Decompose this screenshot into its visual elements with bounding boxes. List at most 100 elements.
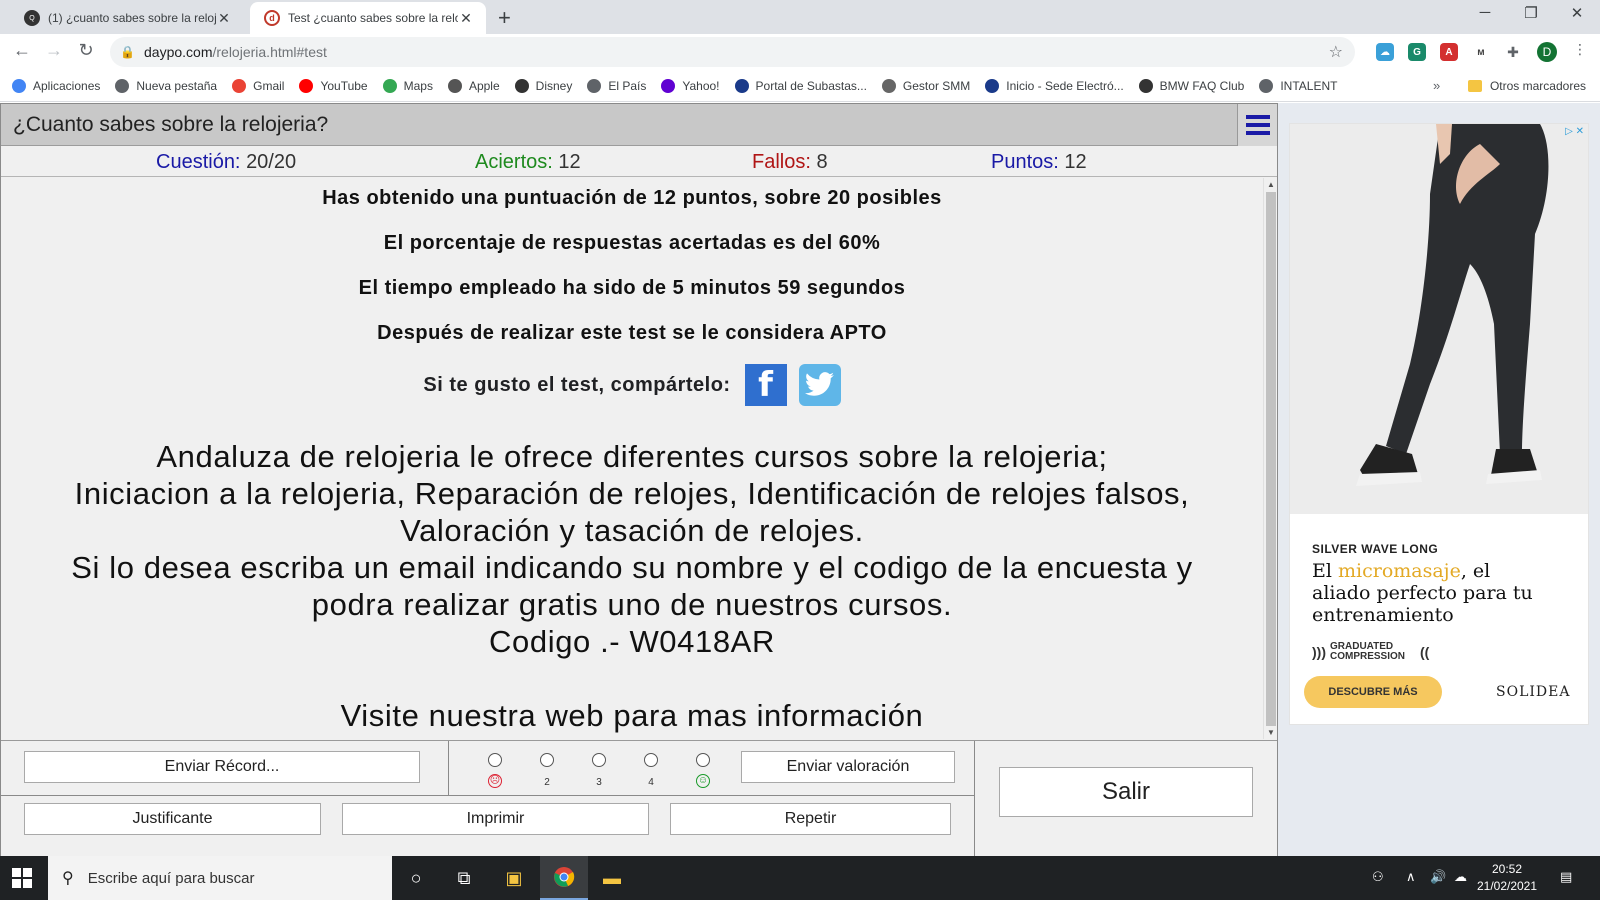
volume-icon[interactable]: 🔊 (1430, 869, 1446, 885)
rating-radio-1[interactable] (488, 753, 502, 767)
result-verdict: Después de realizar este test se le cons… (377, 322, 887, 344)
disney-icon (514, 78, 529, 93)
bookmark-item[interactable]: Disney (514, 78, 573, 93)
close-tab-icon[interactable]: ✕ (458, 10, 474, 27)
close-tab-icon[interactable]: ✕ (216, 10, 232, 27)
extension-mendeley-icon[interactable]: ᴍ (1472, 43, 1490, 61)
maps-icon (382, 78, 397, 93)
happy-face-icon: ☺ (696, 774, 710, 788)
results-scrollbar[interactable]: ▲ ▼ (1263, 178, 1277, 739)
bookmark-label: Maps (403, 78, 433, 93)
stat-correct: Aciertos: 12 (475, 147, 581, 177)
file-explorer-icon[interactable]: ▬ (598, 864, 626, 892)
scroll-up-icon[interactable]: ▲ (1264, 180, 1278, 189)
address-bar[interactable]: 🔒 daypo.com/relojeria.html#test ☆ (110, 37, 1355, 67)
certificate-button[interactable]: Justificante (24, 803, 321, 835)
bookmark-item[interactable]: Gestor SMM (881, 78, 970, 93)
scroll-thumb[interactable] (1266, 192, 1276, 726)
bookmark-item[interactable]: Inicio - Sede Electró... (985, 78, 1124, 93)
bookmark-item[interactable]: El País (587, 78, 646, 93)
restore-icon[interactable]: ❐ (1516, 4, 1546, 22)
bookmark-item[interactable]: Maps (382, 78, 433, 93)
boe-icon (734, 78, 749, 93)
ad-choices-icon[interactable]: ▷ ✕ (1565, 126, 1584, 137)
bookmark-item[interactable]: YouTube (299, 78, 368, 93)
tab-title: (1) ¿cuanto sabes sobre la relojería? (48, 11, 216, 25)
bookmark-item[interactable]: Apple (447, 78, 500, 93)
onedrive-icon[interactable]: ☁ (1454, 869, 1467, 885)
tab-title: Test ¿cuanto sabes sobre la relojería? (288, 11, 458, 25)
stat-wrong: Fallos: 8 (752, 147, 828, 177)
cortana-icon[interactable]: ○ (402, 864, 430, 892)
forward-icon[interactable]: → (42, 40, 66, 61)
bookmark-label: BMW FAQ Club (1159, 78, 1245, 93)
bookmark-item[interactable]: Yahoo! (661, 78, 720, 93)
other-bookmarks-label: Otros marcadores (1489, 79, 1586, 93)
tray-chevron-icon[interactable]: ∧ (1406, 869, 1416, 885)
promo-link-line[interactable]: Visite nuestra web para mas información (1, 697, 1263, 734)
back-icon[interactable]: ← (10, 40, 34, 61)
print-button[interactable]: Imprimir (342, 803, 649, 835)
browser-menu-icon[interactable]: ⋮ (1568, 41, 1592, 58)
rating-radio-3[interactable] (592, 753, 606, 767)
stat-value: 12 (558, 151, 581, 173)
scroll-down-icon[interactable]: ▼ (1264, 728, 1278, 737)
share-label: Si te gusto el test, compártelo: (423, 373, 731, 396)
ad-headline: El micromasaje, el aliado perfecto para … (1312, 560, 1552, 626)
twitter-share-icon[interactable] (798, 364, 841, 406)
hamburger-menu-icon[interactable] (1237, 104, 1277, 146)
bookmark-item[interactable]: Portal de Subastas... (734, 78, 867, 93)
chrome-taskbar-icon[interactable] (540, 856, 588, 900)
other-bookmarks[interactable]: Otros marcadores (1467, 70, 1586, 102)
ad-headline-highlight: micromasaje (1338, 560, 1461, 582)
bookmark-item[interactable]: Nueva pestaña (115, 78, 217, 93)
ad-cta-button[interactable]: DESCUBRE MÁS (1304, 676, 1442, 708)
bookmark-item[interactable]: BMW FAQ Club (1138, 78, 1245, 93)
clock-time: 20:52 (1491, 862, 1523, 876)
taskbar-search[interactable]: ⚲ Escribe aquí para buscar (48, 856, 392, 900)
repeat-button[interactable]: Repetir (670, 803, 951, 835)
more-bookmarks-icon[interactable]: » (1433, 78, 1440, 93)
rating-radio-2[interactable] (540, 753, 554, 767)
divider (1, 795, 974, 796)
browser-tab-1[interactable]: Q (1) ¿cuanto sabes sobre la relojería? … (10, 2, 244, 34)
task-view-icon[interactable]: ⧉ (450, 864, 478, 892)
windows-taskbar: ⚲ Escribe aquí para buscar ○ ⧉ ▣ ▬ ⚇ ∧ 🔊… (0, 856, 1600, 900)
close-window-icon[interactable]: ✕ (1562, 4, 1592, 22)
send-rating-button[interactable]: Enviar valoración (741, 751, 955, 783)
extension-cloud-icon[interactable]: ☁ (1376, 43, 1394, 61)
minimize-icon[interactable]: ─ (1470, 4, 1500, 21)
extension-grammarly-icon[interactable]: G (1408, 43, 1426, 61)
yahoo-icon (661, 78, 676, 93)
extension-acrobat-icon[interactable]: A (1440, 43, 1458, 61)
rating-radio-5[interactable] (696, 753, 710, 767)
quiz-panel: ¿Cuanto sabes sobre la relojeria? Cuesti… (0, 103, 1278, 857)
bookmark-item[interactable]: Aplicaciones (12, 78, 100, 93)
exit-button[interactable]: Salir (999, 767, 1253, 817)
apple-icon (447, 78, 462, 93)
browser-tab-2[interactable]: d Test ¿cuanto sabes sobre la relojería?… (250, 2, 486, 34)
windows-start-icon[interactable] (12, 868, 32, 888)
reload-icon[interactable]: ↻ (74, 40, 98, 61)
bookmark-item[interactable]: INTALENT (1259, 78, 1338, 93)
bookmark-item[interactable]: Gmail (232, 78, 284, 93)
result-score: Has obtenido una puntuación de 12 puntos… (322, 187, 942, 209)
taskbar-clock[interactable]: 20:52 21/02/2021 (1472, 861, 1542, 895)
promo-line: podra realizar gratis uno de nuestros cu… (311, 587, 953, 622)
bookmark-label: INTALENT (1280, 78, 1338, 93)
people-icon[interactable]: ⚇ (1372, 869, 1384, 885)
profile-avatar[interactable]: D (1537, 42, 1557, 62)
send-record-button[interactable]: Enviar Récord... (24, 751, 420, 783)
notifications-icon[interactable]: ▤ (1560, 869, 1572, 885)
advertisement[interactable]: ▷ ✕ SILVER WAVE LONG El micromasaje, el … (1289, 123, 1589, 725)
stat-value: 8 (816, 151, 828, 173)
new-tab-button[interactable]: + (498, 5, 511, 31)
rating-radio-4[interactable] (644, 753, 658, 767)
extensions-puzzle-icon[interactable]: ✚ (1504, 43, 1522, 61)
facebook-share-icon[interactable]: f (744, 364, 787, 406)
promo-text: Andaluza de relojeria le ofrece diferent… (1, 438, 1263, 734)
bookmark-label: Disney (535, 78, 573, 93)
store-icon[interactable]: ▣ (500, 864, 528, 892)
bookmark-star-icon[interactable]: ☆ (1329, 42, 1343, 62)
tab-strip: Q (1) ¿cuanto sabes sobre la relojería? … (0, 0, 1600, 34)
